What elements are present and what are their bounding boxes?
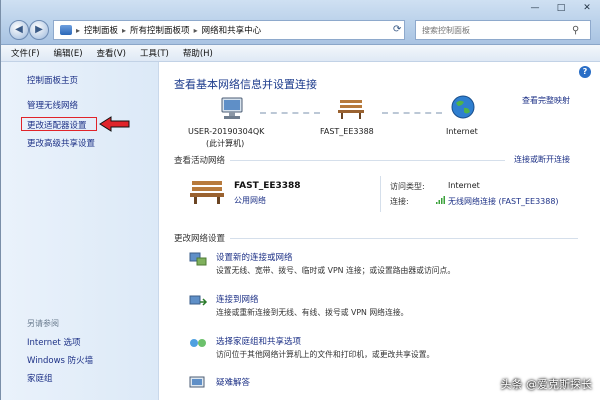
- connection-label: 连接:: [390, 197, 409, 206]
- globe-icon: [451, 95, 475, 119]
- change-settings-header: 更改网络设置: [174, 234, 226, 244]
- bench-network-icon[interactable]: [188, 177, 226, 205]
- main-content: ? 查看基本网络信息并设置连接 查看完整映射 USER-20190304QK (…: [160, 62, 600, 400]
- watermark-text: 头条 @爱克斯探长: [500, 378, 593, 391]
- divider: [380, 176, 381, 212]
- sidebar-item-internet-options[interactable]: Internet 选项: [27, 336, 80, 348]
- network-type-link[interactable]: 公用网络: [234, 195, 266, 206]
- troubleshoot-icon: [189, 376, 205, 388]
- window-controls: — □ ✕: [527, 0, 595, 16]
- network-sharing-center-window: — □ ✕ ◀ ▶ ▸ 控制面板 ▸ 所有控制面板项 ▸ 网络和共享中心 ⟳ ⚲…: [0, 0, 600, 400]
- maximize-button[interactable]: □: [553, 3, 569, 13]
- breadcrumb[interactable]: ▸ 控制面板 ▸ 所有控制面板项 ▸ 网络和共享中心: [53, 20, 405, 40]
- chevron-right-icon[interactable]: ▸: [76, 26, 80, 35]
- homegroup-icon: [190, 339, 206, 347]
- map-node-internet-label: Internet: [446, 127, 478, 136]
- chevron-right-icon[interactable]: ▸: [122, 26, 126, 35]
- task-homegroup-desc: 访问位于其他网络计算机上的文件和打印机，或更改共享设置。: [216, 350, 435, 359]
- access-type-label: 访问类型:: [390, 182, 425, 191]
- active-networks-header: 查看活动网络: [174, 156, 226, 166]
- bench-network-icon: [338, 100, 364, 119]
- chevron-right-icon[interactable]: ▸: [194, 26, 198, 35]
- map-node-network-label: FAST_EE3388: [320, 127, 374, 136]
- map-node-computer-label: USER-20190304QK: [188, 127, 265, 136]
- back-button[interactable]: ◀: [9, 20, 29, 40]
- highlight-box: [21, 117, 97, 131]
- divider: [230, 160, 505, 161]
- search-box[interactable]: ⚲: [415, 20, 591, 40]
- task-homegroup-link[interactable]: 选择家庭组和共享选项: [216, 335, 301, 347]
- breadcrumb-item-control-panel[interactable]: 控制面板: [84, 24, 118, 36]
- divider: [230, 238, 578, 239]
- menu-tools[interactable]: 工具(T): [140, 47, 169, 59]
- menu-file[interactable]: 文件(F): [11, 47, 40, 59]
- sidebar-control-panel-home[interactable]: 控制面板主页: [27, 74, 78, 86]
- address-bar-area: — □ ✕ ◀ ▶ ▸ 控制面板 ▸ 所有控制面板项 ▸ 网络和共享中心 ⟳ ⚲: [1, 0, 600, 45]
- menu-edit[interactable]: 编辑(E): [54, 47, 83, 59]
- task-new-connection-desc: 设置无线、宽带、拨号、临时或 VPN 连接；或设置路由器或访问点。: [216, 266, 456, 275]
- sidebar: 控制面板主页 管理无线网络 更改适配器设置 更改高级共享设置 另请参阅 Inte…: [1, 62, 159, 400]
- refresh-icon[interactable]: ⟳: [393, 24, 401, 35]
- task-new-connection-link[interactable]: 设置新的连接或网络: [216, 251, 293, 263]
- map-node-computer-sub: (此计算机): [206, 139, 245, 148]
- control-panel-icon: [60, 25, 72, 35]
- computer-icon: [221, 97, 243, 119]
- task-connect-network-link[interactable]: 连接到网络: [216, 293, 259, 305]
- search-input[interactable]: [422, 25, 572, 35]
- red-arrow-icon: [99, 116, 130, 132]
- view-full-map-link[interactable]: 查看完整映射: [522, 95, 570, 106]
- minimize-button[interactable]: —: [527, 3, 543, 13]
- task-connect-network-desc: 连接或重新连接到无线、有线、拨号或 VPN 网络连接。: [216, 308, 409, 317]
- menu-view[interactable]: 查看(V): [97, 47, 126, 59]
- wireless-connection-link[interactable]: 无线网络连接 (FAST_EE3388): [448, 196, 559, 207]
- sidebar-item-homegroup[interactable]: 家庭组: [27, 372, 53, 384]
- access-type-value: Internet: [448, 181, 480, 190]
- close-button[interactable]: ✕: [579, 3, 595, 13]
- help-icon[interactable]: ?: [579, 66, 591, 78]
- connect-network-icon: [189, 295, 208, 306]
- map-connector: [260, 112, 320, 114]
- connect-disconnect-link[interactable]: 连接或断开连接: [514, 154, 570, 165]
- new-connection-icon: [189, 252, 207, 266]
- breadcrumb-item-network-center[interactable]: 网络和共享中心: [202, 24, 262, 36]
- breadcrumb-item-all-items[interactable]: 所有控制面板项: [130, 24, 190, 36]
- forward-button[interactable]: ▶: [29, 20, 49, 40]
- active-network-name: FAST_EE3388: [234, 181, 301, 191]
- menu-help[interactable]: 帮助(H): [183, 47, 213, 59]
- sidebar-item-advanced-sharing[interactable]: 更改高级共享设置: [27, 137, 95, 149]
- map-connector: [382, 112, 442, 114]
- see-also-header: 另请参阅: [27, 319, 59, 328]
- task-troubleshoot-link[interactable]: 疑难解答: [216, 376, 250, 388]
- menu-bar: 文件(F) 编辑(E) 查看(V) 工具(T) 帮助(H): [1, 45, 600, 62]
- wifi-signal-icon: [436, 196, 445, 204]
- sidebar-item-manage-wireless[interactable]: 管理无线网络: [27, 99, 78, 111]
- sidebar-item-firewall[interactable]: Windows 防火墙: [27, 354, 93, 366]
- search-icon[interactable]: ⚲: [572, 25, 579, 36]
- page-title: 查看基本网络信息并设置连接: [174, 78, 317, 91]
